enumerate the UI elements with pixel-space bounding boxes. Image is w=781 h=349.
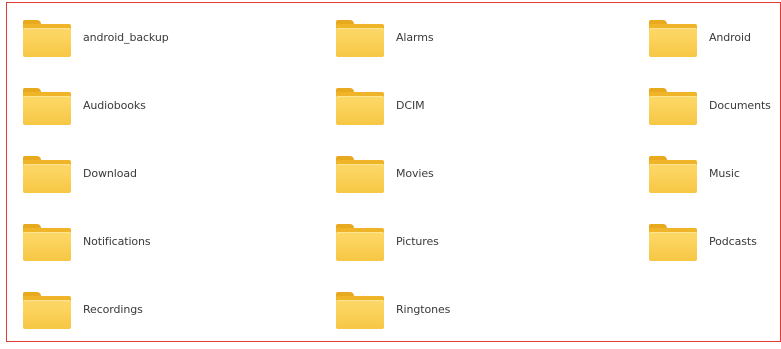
folder-item-audiobooks[interactable]: Audiobooks xyxy=(15,71,328,139)
folder-item-ringtones[interactable]: Ringtones xyxy=(328,275,641,341)
folder-label: DCIM xyxy=(396,98,425,112)
folder-icon xyxy=(336,154,384,193)
folder-item-notifications[interactable]: Notifications xyxy=(15,207,328,275)
folder-icon xyxy=(23,86,71,125)
folder-icon xyxy=(336,290,384,329)
folder-icon xyxy=(23,290,71,329)
folder-icon xyxy=(23,154,71,193)
folder-grid: android_backup Alarms Android Audiobooks… xyxy=(15,3,780,341)
folder-label: Download xyxy=(83,166,137,180)
folder-label: Ringtones xyxy=(396,302,451,316)
folder-item-alarms[interactable]: Alarms xyxy=(328,3,641,71)
folder-label: Recordings xyxy=(83,302,143,316)
folder-icon xyxy=(336,222,384,261)
folder-icon xyxy=(23,18,71,57)
folder-icon xyxy=(23,222,71,261)
folder-label: Pictures xyxy=(396,234,439,248)
folder-view-frame: android_backup Alarms Android Audiobooks… xyxy=(6,2,781,342)
folder-item-android-backup[interactable]: android_backup xyxy=(15,3,328,71)
folder-label: Android xyxy=(709,30,751,44)
folder-label: Alarms xyxy=(396,30,434,44)
folder-item-recordings[interactable]: Recordings xyxy=(15,275,328,341)
folder-label: Podcasts xyxy=(709,234,757,248)
folder-item-dcim[interactable]: DCIM xyxy=(328,71,641,139)
folder-item-music[interactable]: Music xyxy=(641,139,780,207)
folder-icon xyxy=(649,86,697,125)
folder-item-pictures[interactable]: Pictures xyxy=(328,207,641,275)
folder-label: Audiobooks xyxy=(83,98,146,112)
folder-icon xyxy=(336,86,384,125)
folder-icon xyxy=(649,222,697,261)
folder-label: android_backup xyxy=(83,30,169,44)
folder-item-movies[interactable]: Movies xyxy=(328,139,641,207)
folder-label: Notifications xyxy=(83,234,151,248)
folder-item-download[interactable]: Download xyxy=(15,139,328,207)
folder-item-android[interactable]: Android xyxy=(641,3,780,71)
folder-icon xyxy=(336,18,384,57)
folder-icon xyxy=(649,18,697,57)
folder-label: Music xyxy=(709,166,740,180)
folder-item-podcasts[interactable]: Podcasts xyxy=(641,207,780,275)
folder-item-documents[interactable]: Documents xyxy=(641,71,780,139)
folder-label: Documents xyxy=(709,98,771,112)
folder-icon xyxy=(649,154,697,193)
folder-label: Movies xyxy=(396,166,434,180)
